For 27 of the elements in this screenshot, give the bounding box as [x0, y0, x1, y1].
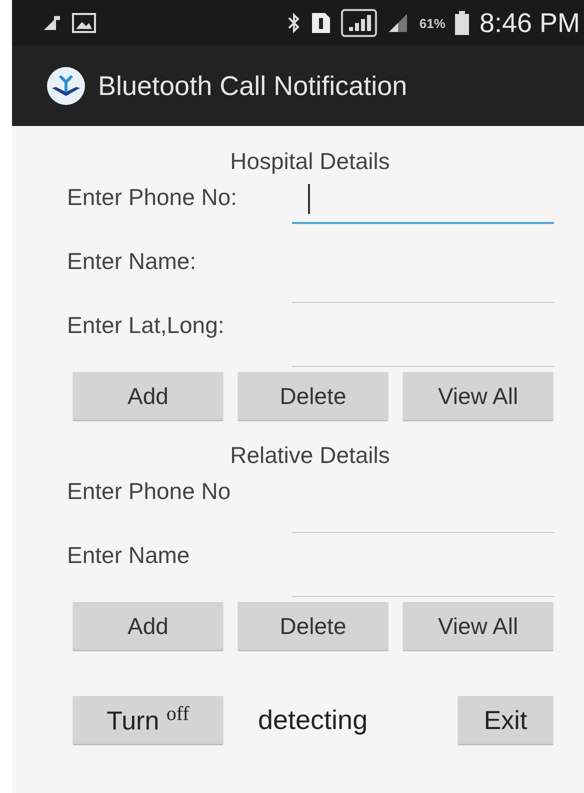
- battery-percent: 61%: [419, 16, 446, 30]
- section-heading: Relative Details: [229, 441, 391, 470]
- action-button[interactable]: Add: [73, 602, 223, 650]
- detection-status: detecting: [258, 704, 369, 736]
- field-label: Enter Phone No:: [67, 184, 238, 211]
- turn-off-button[interactable]: Turn $^{off}$: [73, 696, 223, 744]
- action-button[interactable]: Add: [73, 372, 223, 420]
- sim-icon: [311, 12, 332, 34]
- field-label: Enter Name: [67, 542, 191, 569]
- signal-icon: [387, 12, 410, 34]
- signal-icon: [341, 9, 378, 37]
- clock: 8:46 PM: [479, 8, 580, 38]
- image-icon: [72, 13, 96, 33]
- field-label: Enter Phone No: [67, 478, 232, 505]
- action-button[interactable]: Delete: [238, 372, 388, 420]
- app-title: Bluetooth Call Notification: [98, 70, 408, 102]
- action-button[interactable]: Delete: [238, 602, 388, 650]
- section-heading: Hospital Details: [229, 147, 391, 176]
- notification-icon: [42, 14, 62, 32]
- action-button[interactable]: View All: [403, 602, 553, 650]
- action-button[interactable]: View All: [403, 372, 553, 420]
- battery-icon: [455, 11, 470, 35]
- app-logo-icon: [46, 66, 86, 106]
- field-label: Enter Lat,Long:: [67, 312, 226, 339]
- exit-button[interactable]: Exit: [458, 696, 553, 744]
- field-label: Enter Name:: [67, 248, 198, 275]
- bluetooth-icon: [287, 13, 302, 33]
